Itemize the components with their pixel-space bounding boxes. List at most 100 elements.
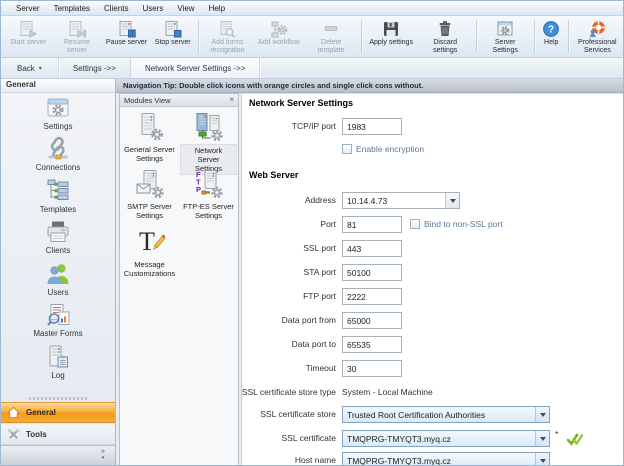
general-server-settings-icon [135,112,165,142]
sta-port-input[interactable] [342,264,402,281]
data-port-to-input[interactable] [342,336,402,353]
menu-users[interactable]: Users [135,3,170,14]
data-port-from-input[interactable] [342,312,402,329]
tcp-port-label: TCP/IP port [292,118,336,135]
sta-port-label: STA port [304,264,336,281]
overflow-chevron-icon: » [101,448,105,455]
sidebar-tab-general[interactable]: General [1,402,115,423]
start-server-button[interactable]: Start server [5,17,51,56]
sidebar-item-log[interactable]: Log [1,344,115,380]
host-name-combobox[interactable]: TMQPRG-TMYQT3.myq.cz [342,452,550,466]
cert-store-type-row: SSL certificate store type System - Loca… [242,384,624,401]
ssl-certificate-row: SSL certificate TMQPRG-TMYQT3.myq.cz * [242,430,624,447]
host-name-row: Host name TMQPRG-TMYQT3.myq.cz [242,452,624,466]
cert-store-type-value: System - Local Machine [342,384,433,401]
ssl-port-input[interactable] [342,240,402,257]
sidebar-item-settings[interactable]: Settings [1,95,115,131]
pause-server-icon [117,20,137,38]
breadcrumb-current-button[interactable]: Network Server Settings ->> [131,58,260,78]
close-icon[interactable]: × [229,96,234,104]
menu-help[interactable]: Help [202,3,232,14]
templates-icon [45,178,71,204]
sidebar-header: General [1,79,115,93]
cert-store-row: SSL certificate store Trusted Root Certi… [242,406,624,423]
address-combobox[interactable]: 10.14.4.73 [342,192,460,209]
chevron-down-icon[interactable] [535,431,549,446]
add-forms-recognition-button[interactable]: Add forms recognition [202,17,253,56]
sidebar-splitter-handle[interactable] [29,397,87,400]
sidebar-tab-tools[interactable]: Tools [1,424,115,445]
svg-text:P: P [196,185,201,194]
cert-store-combobox[interactable]: Trusted Root Certification Authorities [342,406,550,423]
data-port-to-row: Data port to [242,336,624,353]
enable-encryption-checkbox[interactable] [342,144,352,154]
ftp-es-server-settings-icon: FTP [194,169,224,199]
server-settings-button[interactable]: Server Settings [480,17,531,56]
chevron-down-icon[interactable] [445,193,459,208]
server-settings-icon [495,20,515,38]
ssl-certificate-combobox[interactable]: TMQPRG-TMYQT3.myq.cz [342,430,550,447]
menu-server[interactable]: Server [9,3,47,14]
module-network-server-settings[interactable]: Network Server Settings [180,112,237,175]
settings-icon [45,95,71,121]
data-port-from-row: Data port from [242,312,624,329]
bind-non-ssl-label: Bind to non-SSL port [424,216,503,233]
menu-view[interactable]: View [170,3,201,14]
module-message-customizations[interactable]: T Message Customizations [121,227,178,279]
network-server-settings-icon [194,112,224,142]
home-icon [7,406,20,419]
chevron-down-icon[interactable] [535,453,549,466]
toolbar-separator [476,20,477,53]
toolbar-separator [568,20,569,53]
stop-server-button[interactable]: Stop server [150,17,194,56]
svg-text:T: T [139,227,155,256]
modules-view-title: Modules View [124,96,171,105]
sidebar-item-users[interactable]: Users [1,261,115,297]
pause-server-button[interactable]: Pause server [103,17,151,56]
apply-settings-button[interactable]: Apply settings [365,17,418,56]
add-workflow-button[interactable]: Add workflow [253,17,304,56]
port-input[interactable] [342,216,402,233]
discard-settings-button[interactable]: Discard settings [418,17,473,56]
chevron-down-icon: ▾ [39,65,42,72]
sidebar-item-connections[interactable]: Connections [1,136,115,172]
professional-services-button[interactable]: Professional Services [572,17,623,56]
toolbar: Start server Resume server Pause server … [1,16,623,58]
sta-port-row: STA port [242,264,624,281]
settings-form: Network Server Settings TCP/IP port Enab… [241,93,624,466]
navigation-tip: Navigation Tip: Double click icons with … [116,79,624,93]
port-label: Port [320,216,336,233]
ftp-port-row: FTP port [242,288,624,305]
module-ftp-es-server-settings[interactable]: FTP FTP-ES Server Settings [180,169,237,221]
resume-server-button[interactable]: Resume server [51,17,102,56]
section-heading-network: Network Server Settings [249,98,353,108]
ssl-port-row: SSL port [242,240,624,257]
sidebar-item-master-forms[interactable]: Master Forms [1,302,115,338]
breadcrumb: Back ▾ Settings ->> Network Server Setti… [1,58,623,79]
data-port-from-label: Data port from [282,312,336,329]
sidebar: General Settings Connections Templates C… [1,79,116,466]
delete-template-button[interactable]: Delete template [305,17,358,56]
modules-view-header: Modules View × [120,94,238,107]
chevron-down-icon[interactable] [535,407,549,422]
breadcrumb-back-button[interactable]: Back ▾ [1,58,59,78]
sidebar-item-templates[interactable]: Templates [1,178,115,214]
timeout-input[interactable] [342,360,402,377]
module-smtp-server-settings[interactable]: SMTP Server Settings [121,169,178,221]
ftp-port-input[interactable] [342,288,402,305]
cert-store-type-label: SSL certificate store type [242,384,336,401]
breadcrumb-settings-button[interactable]: Settings ->> [59,58,131,78]
start-server-icon [18,20,38,38]
port-row: Port Bind to non-SSL port [242,216,624,233]
help-button[interactable]: ? Help [538,17,565,56]
valid-check-icon [566,432,584,446]
tcp-port-input[interactable] [342,118,402,135]
menu-clients[interactable]: Clients [97,3,135,14]
professional-services-icon [587,20,607,38]
menu-templates[interactable]: Templates [47,3,97,14]
module-general-server-settings[interactable]: General Server Settings [121,112,178,164]
bind-non-ssl-checkbox[interactable] [410,219,420,229]
sidebar-item-clients[interactable]: Clients [1,219,115,255]
clients-icon [45,219,71,245]
overflow-chevron-button[interactable]: » ▾ [97,449,109,461]
